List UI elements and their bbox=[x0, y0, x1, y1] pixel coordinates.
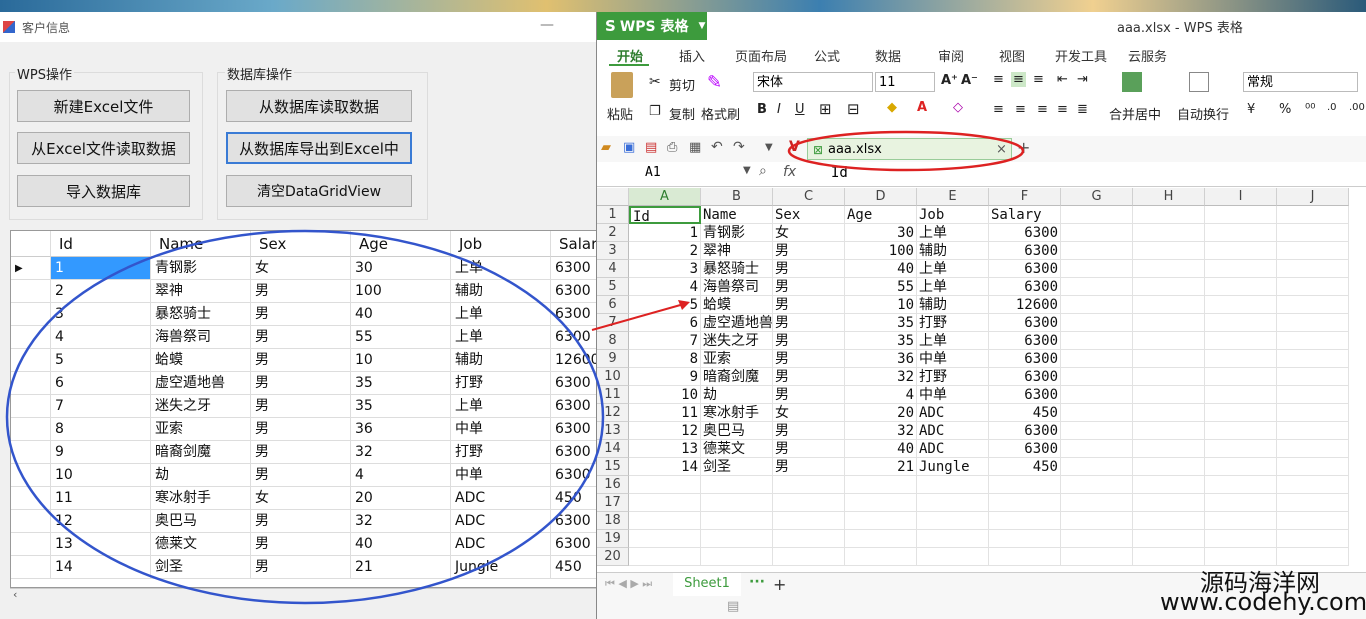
red-arrow-line bbox=[591, 303, 685, 331]
annotation-overlay bbox=[5, 130, 1025, 605]
red-circle-annotation bbox=[787, 130, 1025, 172]
watermark-url: www.codehy.com bbox=[1160, 588, 1366, 616]
blue-circle-annotation bbox=[5, 229, 605, 605]
